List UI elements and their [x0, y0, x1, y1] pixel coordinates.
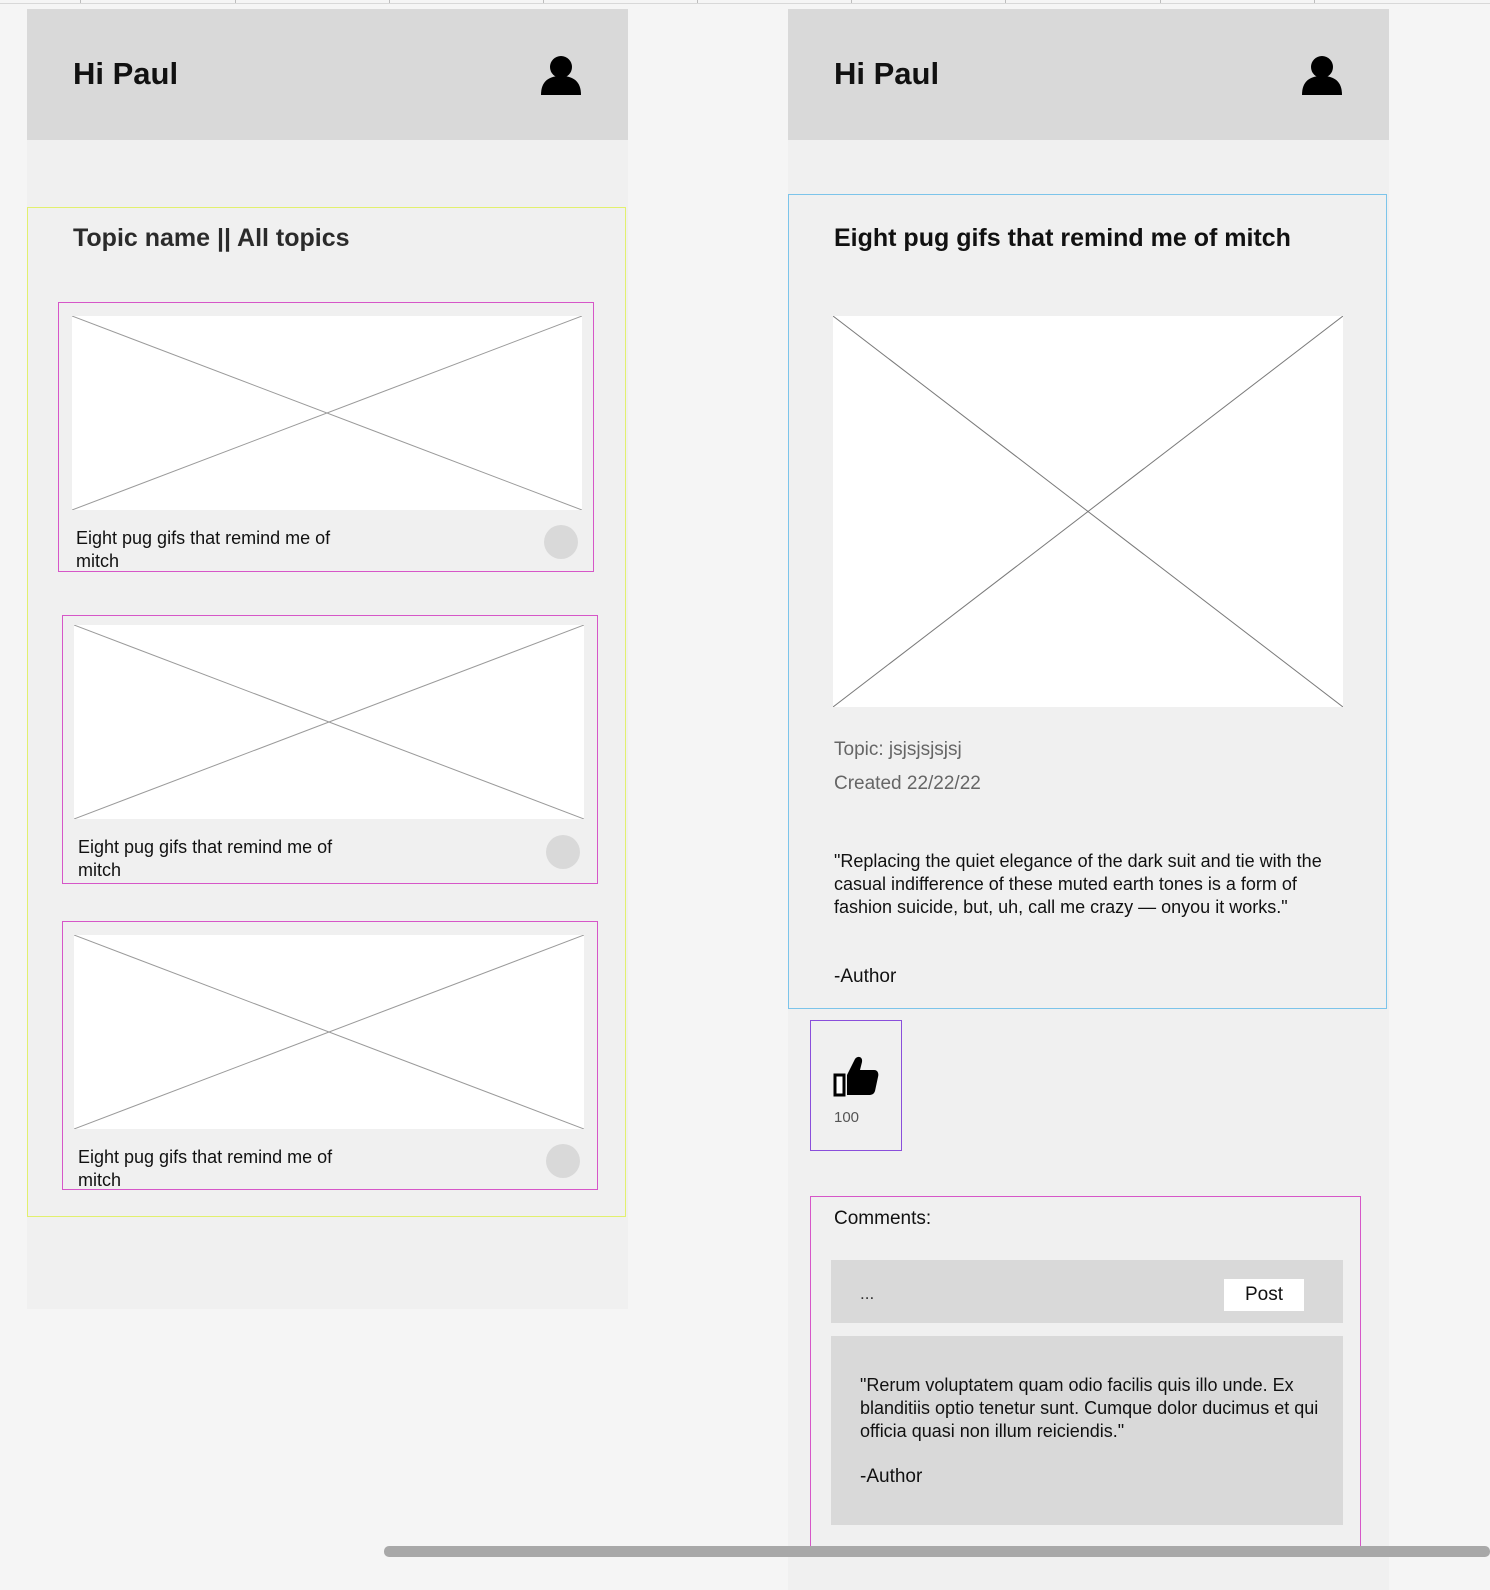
comment-text: "Rerum voluptatem quam odio facilis quis… — [860, 1375, 1319, 1441]
image-placeholder — [74, 935, 584, 1129]
comments-label: Comments: — [834, 1208, 932, 1229]
card-status-dot — [546, 1144, 580, 1178]
top-ruler — [0, 0, 1490, 4]
like-count: 100 — [834, 1109, 860, 1126]
comment-input-value[interactable]: ... — [860, 1284, 874, 1304]
card-status-dot — [546, 835, 580, 869]
greeting: Hi Paul — [73, 56, 179, 91]
image-placeholder — [74, 625, 584, 819]
post-quote: "Replacing the quiet elegance of the dar… — [834, 851, 1322, 917]
post-topic: Topic: jsjsjsjsjsj — [834, 739, 962, 760]
post-author: -Author — [834, 966, 897, 987]
post-card-title: Eight pug gifs that remind me of mitch — [78, 837, 333, 880]
card-status-dot — [544, 525, 578, 559]
horizontal-scrollbar[interactable] — [384, 1546, 1490, 1557]
greeting: Hi Paul — [834, 56, 940, 91]
post-image-placeholder — [833, 316, 1343, 707]
post-title: Eight pug gifs that remind me of mitch — [834, 224, 1291, 252]
user-avatar-icon[interactable] — [540, 54, 582, 96]
post-card-title: Eight pug gifs that remind me of mitch — [78, 1147, 333, 1190]
thumbs-up-icon[interactable] — [833, 1055, 879, 1097]
section-title: Topic name || All topics — [73, 224, 350, 252]
post-card-title: Eight pug gifs that remind me of mitch — [76, 528, 331, 571]
post-comment-button[interactable]: Post — [1224, 1279, 1304, 1311]
post-created-date: Created 22/22/22 — [834, 773, 981, 794]
user-avatar-icon[interactable] — [1301, 54, 1343, 96]
image-placeholder — [72, 316, 582, 510]
comment-author: -Author — [860, 1466, 923, 1487]
